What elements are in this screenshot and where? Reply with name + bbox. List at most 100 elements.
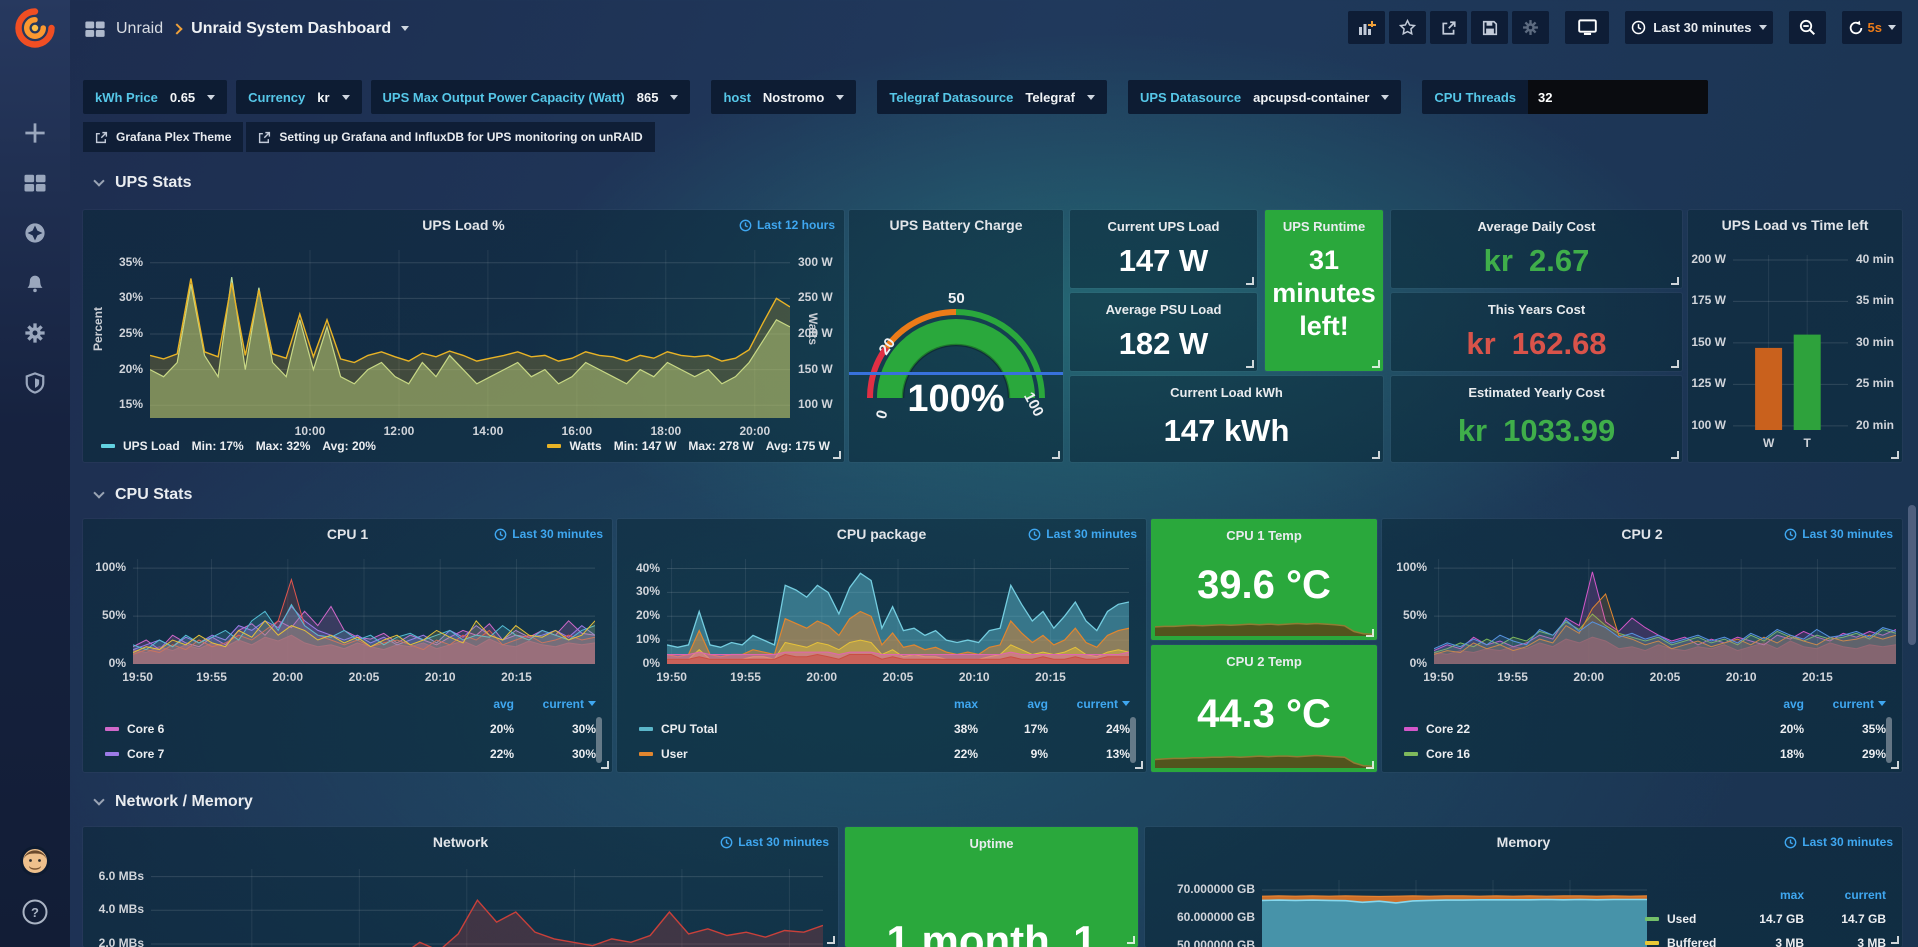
- legend-header[interactable]: current: [1812, 888, 1886, 902]
- legend-row[interactable]: Core 722%30%: [105, 741, 596, 766]
- legend-header[interactable]: current: [1056, 697, 1130, 711]
- stat-title[interactable]: CPU 2 Temp: [1151, 654, 1377, 669]
- cpu-threads-input[interactable]: [1528, 80, 1708, 114]
- ups-load-vs-time-bar-chart[interactable]: [1733, 255, 1848, 430]
- stat-title[interactable]: Current Load kWh: [1070, 385, 1383, 400]
- cpu1-chart[interactable]: [133, 559, 595, 664]
- dashboards-icon[interactable]: [0, 158, 70, 208]
- dashboard-grid-icon[interactable]: [84, 18, 106, 40]
- legend-header[interactable]: current: [522, 697, 596, 711]
- panel-time-range[interactable]: Last 30 minutes: [494, 527, 603, 541]
- dashboard-link-ups-monitoring[interactable]: Setting up Grafana and InfluxDB for UPS …: [246, 122, 654, 152]
- zoom-out-button[interactable]: [1789, 11, 1826, 44]
- chart-plot[interactable]: [150, 250, 790, 418]
- ups-load-chart[interactable]: [150, 250, 790, 418]
- add-panel-button[interactable]: [1348, 11, 1385, 44]
- legend-scrollbar[interactable]: [596, 717, 602, 763]
- legend-item[interactable]: UPS LoadMin: 17%Max: 32%Avg: 20%: [101, 439, 376, 453]
- stat-title[interactable]: Average Daily Cost: [1391, 219, 1682, 234]
- panel-time-range[interactable]: Last 30 minutes: [1784, 527, 1893, 541]
- variable-value[interactable]: apcupsd-container: [1253, 90, 1369, 105]
- variable-value[interactable]: Nostromo: [763, 90, 824, 105]
- legend-scrollbar[interactable]: [1130, 717, 1136, 763]
- stat-title[interactable]: Estimated Yearly Cost: [1391, 385, 1682, 400]
- refresh-button[interactable]: 5s: [1842, 11, 1902, 44]
- variable-value[interactable]: 0.65: [170, 90, 195, 105]
- legend-header[interactable]: max: [1738, 888, 1804, 902]
- stat-title[interactable]: Uptime: [845, 836, 1138, 851]
- chart-plot[interactable]: [667, 559, 1129, 664]
- explore-icon[interactable]: [0, 208, 70, 258]
- legend-header[interactable]: avg: [452, 697, 514, 711]
- help-icon[interactable]: ?: [0, 898, 70, 926]
- section-ups-stats[interactable]: UPS Stats: [95, 174, 191, 192]
- grafana-logo[interactable]: [13, 6, 57, 50]
- variable-cpu-threads[interactable]: CPU Threads: [1422, 80, 1708, 114]
- chevron-down-icon: [836, 95, 844, 100]
- dashboard-title[interactable]: Unraid System Dashboard: [191, 20, 391, 38]
- battery-gauge[interactable]: [849, 210, 1063, 462]
- star-button[interactable]: [1389, 11, 1426, 44]
- legend-header[interactable]: avg: [1742, 697, 1804, 711]
- variable-host[interactable]: hostNostromo: [711, 80, 856, 114]
- variable-kwh-price[interactable]: kWh Price0.65: [83, 80, 227, 114]
- chart-plot[interactable]: [151, 869, 823, 947]
- stat-title[interactable]: This Years Cost: [1391, 302, 1682, 317]
- legend-row[interactable]: Core 1618%29%: [1404, 741, 1886, 766]
- legend-row[interactable]: Core 620%30%: [105, 716, 596, 741]
- user-avatar[interactable]: [0, 845, 70, 877]
- server-admin-shield-icon[interactable]: [0, 358, 70, 408]
- chart-plot[interactable]: [1733, 255, 1848, 430]
- cpu2-chart[interactable]: [1434, 559, 1896, 664]
- legend-scrollbar[interactable]: [1886, 717, 1892, 763]
- stat-title[interactable]: Average PSU Load: [1070, 302, 1257, 317]
- time-range-picker[interactable]: Last 30 minutes: [1625, 11, 1772, 44]
- create-icon[interactable]: [0, 108, 70, 158]
- legend-item[interactable]: WattsMin: 147 WMax: 278 WAvg: 175 W: [547, 439, 830, 453]
- chevron-down-icon: [207, 95, 215, 100]
- variable-currency[interactable]: Currencykr: [236, 80, 361, 114]
- configuration-icon[interactable]: [0, 308, 70, 358]
- network-chart[interactable]: [151, 869, 823, 947]
- cpu-package-chart[interactable]: [667, 559, 1129, 664]
- chevron-down-icon[interactable]: [401, 26, 409, 31]
- alerting-icon[interactable]: [0, 258, 70, 308]
- legend-row[interactable]: Used14.7 GB14.7 GB: [1645, 907, 1886, 931]
- chart-plot[interactable]: [1434, 559, 1896, 664]
- variable-ups-datasource[interactable]: UPS Datasourceapcupsd-container: [1128, 80, 1401, 114]
- panel-title[interactable]: UPS Load vs Time left: [1688, 217, 1902, 233]
- variable-value[interactable]: 865: [637, 90, 659, 105]
- dashboard-settings-button[interactable]: [1512, 11, 1549, 44]
- variable-telegraf-datasource[interactable]: Telegraf DatasourceTelegraf: [877, 80, 1107, 114]
- stat-title[interactable]: UPS Runtime: [1265, 219, 1383, 234]
- legend-row[interactable]: Core 2220%35%: [1404, 716, 1886, 741]
- legend-row[interactable]: CPU Total38%17%24%: [639, 716, 1130, 741]
- legend-header[interactable]: current: [1812, 697, 1886, 711]
- legend-row[interactable]: Buffered3 MB3 MB: [1645, 931, 1886, 947]
- page-scrollbar[interactable]: [1908, 505, 1916, 645]
- chart-plot[interactable]: [1262, 880, 1647, 947]
- memory-chart[interactable]: [1262, 880, 1647, 947]
- section-network-memory[interactable]: Network / Memory: [95, 793, 253, 811]
- section-cpu-stats[interactable]: CPU Stats: [95, 486, 192, 504]
- dashboard-link-plex-theme[interactable]: Grafana Plex Theme: [83, 122, 243, 152]
- variable-value[interactable]: Telegraf: [1025, 90, 1075, 105]
- panel-time-range[interactable]: Last 30 minutes: [1784, 835, 1893, 849]
- stat-title[interactable]: Current UPS Load: [1070, 219, 1257, 234]
- legend-header[interactable]: max: [912, 697, 978, 711]
- tv-kiosk-button[interactable]: [1565, 11, 1609, 44]
- panel-time-range[interactable]: Last 12 hours: [739, 218, 835, 232]
- variable-ups-max-output[interactable]: UPS Max Output Power Capacity (Watt)865: [371, 80, 691, 114]
- stat-title[interactable]: CPU 1 Temp: [1151, 528, 1377, 543]
- panel-title[interactable]: UPS Load %: [83, 217, 844, 233]
- legend-row[interactable]: User22%9%13%: [639, 741, 1130, 766]
- chart-plot[interactable]: [133, 559, 595, 664]
- panel-time-range[interactable]: Last 30 minutes: [720, 835, 829, 849]
- panel-time-range[interactable]: Last 30 minutes: [1028, 527, 1137, 541]
- variable-value[interactable]: kr: [317, 90, 329, 105]
- share-button[interactable]: [1430, 11, 1467, 44]
- refresh-interval[interactable]: 5s: [1868, 20, 1882, 35]
- breadcrumb-folder[interactable]: Unraid: [116, 20, 163, 38]
- legend-header[interactable]: avg: [986, 697, 1048, 711]
- save-button[interactable]: [1471, 11, 1508, 44]
